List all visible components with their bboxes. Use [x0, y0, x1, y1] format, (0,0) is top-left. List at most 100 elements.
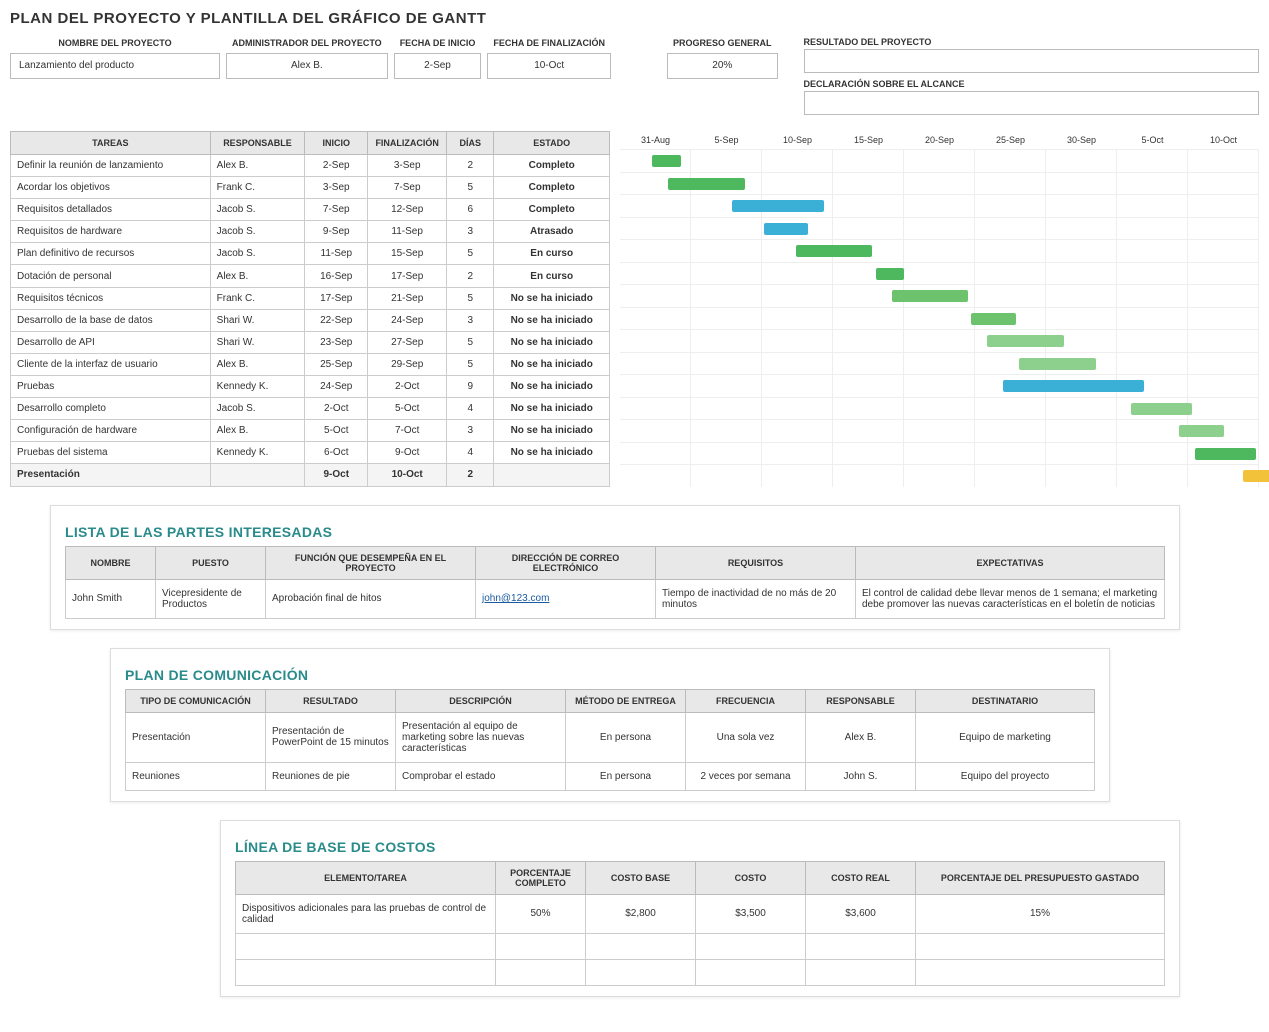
task-status: No se ha iniciado	[494, 309, 610, 331]
task-end: 3-Sep	[368, 155, 447, 177]
meta-header-scope: DECLARACIÓN SOBRE EL ALCANCE	[804, 77, 1259, 91]
task-status: No se ha iniciado	[494, 353, 610, 375]
th-task: TAREAS	[11, 132, 211, 155]
ch-desc: DESCRIPCIÓN	[396, 689, 566, 712]
task-name: Configuración de hardware	[11, 420, 211, 442]
gantt-bar	[1019, 358, 1096, 370]
co-real: COSTO REAL	[806, 861, 916, 894]
task-status: Completo	[494, 155, 610, 177]
sh-req: REQUISITOS	[656, 546, 856, 579]
stakeholders-title: LISTA DE LAS PARTES INTERESADAS	[65, 524, 1165, 540]
gantt-date-label: 30-Sep	[1046, 131, 1117, 149]
communication-table: TIPO DE COMUNICACIÓN RESULTADO DESCRIPCI…	[125, 689, 1095, 791]
task-days: 5	[447, 287, 494, 309]
gantt-row	[620, 172, 1259, 195]
task-start: 3-Sep	[305, 177, 368, 199]
cost-budget: 15%	[916, 894, 1165, 933]
task-days: 5	[447, 177, 494, 199]
sh-name-cell: John Smith	[66, 579, 156, 618]
gantt-row	[620, 397, 1259, 420]
comm-type: Presentación	[126, 712, 266, 762]
th-end: FINALIZACIÓN	[368, 132, 447, 155]
communication-card: PLAN DE COMUNICACIÓN TIPO DE COMUNICACIÓ…	[110, 648, 1110, 802]
task-owner: Jacob S.	[210, 243, 305, 265]
task-start: 7-Sep	[305, 199, 368, 221]
th-owner: RESPONSABLE	[210, 132, 305, 155]
table-row: Configuración de hardware Alex B. 5-Oct …	[11, 420, 610, 442]
task-end: 11-Sep	[368, 221, 447, 243]
email-link[interactable]: john@123.com	[482, 593, 549, 604]
sh-role: PUESTO	[156, 546, 266, 579]
task-days: 5	[447, 331, 494, 353]
gantt-date-label: 5-Oct	[1117, 131, 1188, 149]
task-status: No se ha iniciado	[494, 375, 610, 397]
task-name: Acordar los objetivos	[11, 177, 211, 199]
task-start: 9-Oct	[305, 464, 368, 486]
gantt-row	[620, 194, 1259, 217]
meta-project-name: Lanzamiento del producto	[10, 53, 220, 79]
cost-table: ELEMENTO/TAREA PORCENTAJE COMPLETO COSTO…	[235, 861, 1165, 986]
table-row: Requisitos detallados Jacob S. 7-Sep 12-…	[11, 199, 610, 221]
gantt-bar	[1179, 425, 1224, 437]
cost-card: LÍNEA DE BASE DE COSTOS ELEMENTO/TAREA P…	[220, 820, 1180, 997]
task-name: Presentación	[11, 464, 211, 486]
task-days: 3	[447, 221, 494, 243]
task-owner: Jacob S.	[210, 398, 305, 420]
task-days: 5	[447, 243, 494, 265]
task-start: 17-Sep	[305, 287, 368, 309]
gantt-bar	[876, 268, 905, 280]
task-owner: Shari W.	[210, 331, 305, 353]
task-end: 7-Oct	[368, 420, 447, 442]
gantt-bar	[796, 245, 873, 257]
table-row: Cliente de la interfaz de usuario Alex B…	[11, 353, 610, 375]
cost-real: $3,600	[806, 894, 916, 933]
task-status: Atrasado	[494, 221, 610, 243]
table-row	[236, 959, 1165, 985]
task-name: Desarrollo de la base de datos	[11, 309, 211, 331]
sh-exp-cell: El control de calidad debe llevar menos …	[856, 579, 1165, 618]
table-row: Presentación 9-Oct 10-Oct 2	[11, 464, 610, 486]
ch-owner: RESPONSABLE	[806, 689, 916, 712]
gantt-row	[620, 239, 1259, 262]
meta-header-progress: PROGRESO GENERAL	[667, 35, 778, 53]
task-owner: Frank C.	[210, 287, 305, 309]
gantt-row	[620, 442, 1259, 465]
co-budget: PORCENTAJE DEL PRESUPUESTO GASTADO	[916, 861, 1165, 894]
cost-pct: 50%	[496, 894, 586, 933]
gantt-bar	[732, 200, 825, 212]
table-row	[236, 933, 1165, 959]
table-row: Desarrollo de API Shari W. 23-Sep 27-Sep…	[11, 331, 610, 353]
gantt-row	[620, 374, 1259, 397]
gantt-date-label: 20-Sep	[904, 131, 975, 149]
meta-header-result: RESULTADO DEL PROYECTO	[804, 35, 1259, 49]
comm-freq: Una sola vez	[686, 712, 806, 762]
gantt-row	[620, 217, 1259, 240]
ch-method: MÉTODO DE ENTREGA	[566, 689, 686, 712]
table-row: Presentación Presentación de PowerPoint …	[126, 712, 1095, 762]
project-meta: NOMBRE DEL PROYECTO Lanzamiento del prod…	[10, 35, 1259, 119]
table-row: Definir la reunión de lanzamiento Alex B…	[11, 155, 610, 177]
gantt-bar	[892, 290, 969, 302]
task-name: Requisitos detallados	[11, 199, 211, 221]
gantt-bar	[1003, 380, 1144, 392]
meta-result-box[interactable]	[804, 49, 1259, 73]
task-start: 25-Sep	[305, 353, 368, 375]
task-name: Pruebas	[11, 375, 211, 397]
task-owner: Alex B.	[210, 353, 305, 375]
gantt-row	[620, 262, 1259, 285]
meta-header-manager: ADMINISTRADOR DEL PROYECTO	[226, 35, 388, 53]
co-cost: COSTO	[696, 861, 806, 894]
table-row: Reuniones Reuniones de pie Comprobar el …	[126, 762, 1095, 790]
table-row: Plan definitivo de recursos Jacob S. 11-…	[11, 243, 610, 265]
page-title: PLAN DEL PROYECTO Y PLANTILLA DEL GRÁFIC…	[10, 10, 1259, 27]
task-days: 3	[447, 309, 494, 331]
table-row: Desarrollo de la base de datos Shari W. …	[11, 309, 610, 331]
task-status: Completo	[494, 177, 610, 199]
task-end: 5-Oct	[368, 398, 447, 420]
task-start: 9-Sep	[305, 221, 368, 243]
sh-func-cell: Aprobación final de hitos	[266, 579, 476, 618]
comm-method: En persona	[566, 712, 686, 762]
meta-scope-box[interactable]	[804, 91, 1259, 115]
gantt-bar	[668, 178, 745, 190]
gantt-chart: 31-Aug5-Sep10-Sep15-Sep20-Sep25-Sep30-Se…	[620, 131, 1259, 487]
